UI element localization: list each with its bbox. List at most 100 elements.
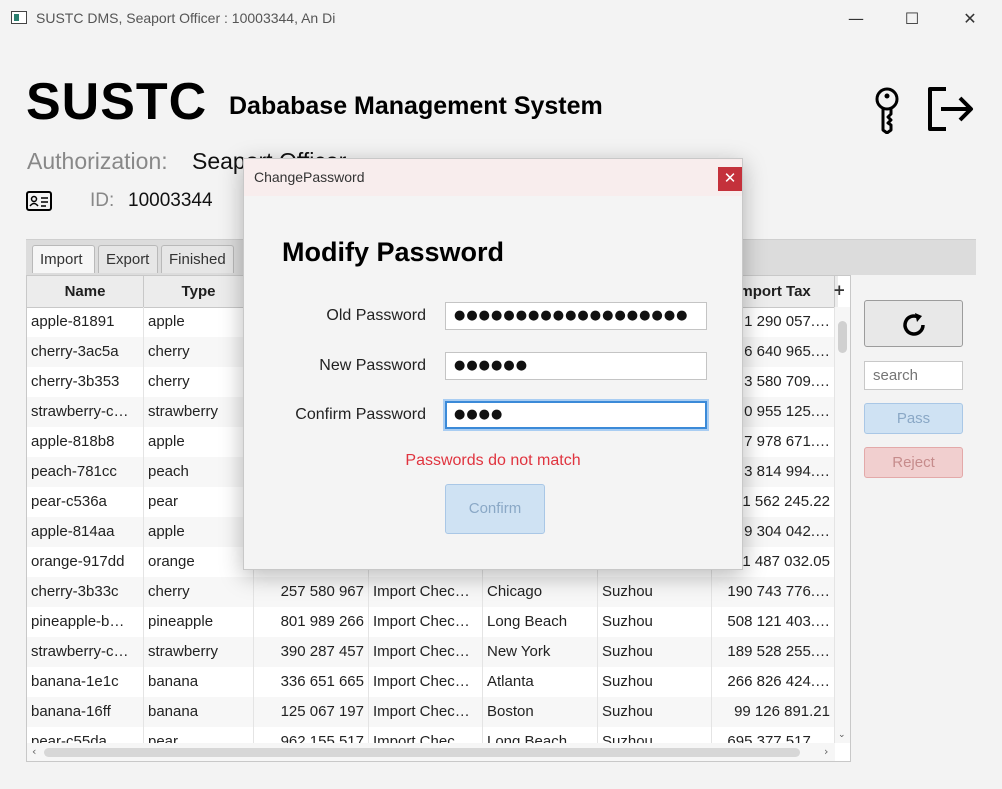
window-titlebar: SUSTC DMS, Seaport Officer : 10003344, A… <box>0 0 1002 38</box>
dialog-title: ChangePassword <box>254 169 365 185</box>
table-cell: Suzhou <box>598 697 712 727</box>
column-menu-button[interactable]: + <box>833 276 846 307</box>
table-cell: apple <box>144 517 254 547</box>
dialog-close-button[interactable]: ✕ <box>718 167 742 191</box>
logout-icon[interactable] <box>926 86 974 136</box>
table-row[interactable]: banana-16ff banana 125 067 197 Import Chec…… <box>27 697 835 727</box>
app-icon <box>11 11 27 24</box>
vertical-scroll-thumb[interactable] <box>838 321 847 353</box>
table-cell: peach <box>144 457 254 487</box>
table-cell: Import Chec… <box>369 697 483 727</box>
vertical-scrollbar[interactable]: ⌄ <box>835 307 850 743</box>
app-title: SUSTC <box>26 73 208 131</box>
dialog-titlebar: ChangePassword ✕ <box>244 159 742 196</box>
column-header-type[interactable]: Type <box>144 276 254 307</box>
table-cell: 189 528 255.… <box>712 637 835 667</box>
horizontal-scroll-thumb[interactable] <box>44 748 800 757</box>
table-cell: Import Chec… <box>369 667 483 697</box>
table-row[interactable]: pineapple-b… pineapple 801 989 266 Import C… <box>27 607 835 637</box>
table-row[interactable]: cherry-3b33c cherry 257 580 967 Import Chec… <box>27 577 835 607</box>
table-row[interactable]: strawberry-c… strawberry 390 287 457 Import… <box>27 637 835 667</box>
confirm-password-label: Confirm Password <box>295 406 426 423</box>
authorization-label: Authorization: <box>27 148 168 174</box>
key-icon[interactable] <box>870 86 904 138</box>
table-cell: banana-1e1c <box>27 667 144 697</box>
table-cell: Import Chec… <box>369 607 483 637</box>
table-cell: cherry <box>144 577 254 607</box>
scroll-right-icon[interactable]: › <box>824 745 828 758</box>
table-cell: strawberry-c… <box>27 637 144 667</box>
table-cell: 390 287 457 <box>254 637 369 667</box>
tab-export[interactable]: Export <box>98 245 158 273</box>
table-cell: cherry <box>144 367 254 397</box>
table-cell: orange-917dd <box>27 547 144 577</box>
table-cell: banana <box>144 667 254 697</box>
refresh-icon <box>903 313 925 336</box>
table-cell: Atlanta <box>483 667 598 697</box>
table-cell: strawberry <box>144 637 254 667</box>
table-cell: 257 580 967 <box>254 577 369 607</box>
table-row[interactable]: banana-1e1c banana 336 651 665 Import Chec…… <box>27 667 835 697</box>
table-cell: Import Chec… <box>369 577 483 607</box>
app-subtitle: Dababase Management System <box>229 92 603 120</box>
table-cell: pineapple-b… <box>27 607 144 637</box>
window-title: SUSTC DMS, Seaport Officer : 10003344, A… <box>36 10 336 26</box>
table-cell: Suzhou <box>598 607 712 637</box>
table-cell: 336 651 665 <box>254 667 369 697</box>
table-cell: pear-c536a <box>27 487 144 517</box>
table-cell: Suzhou <box>598 667 712 697</box>
tab-finished[interactable]: Finished <box>161 245 234 273</box>
table-cell: cherry <box>144 337 254 367</box>
table-cell: 266 826 424.… <box>712 667 835 697</box>
change-password-dialog: ChangePassword ✕ Modify Password Old Pas… <box>243 158 743 570</box>
table-cell: Chicago <box>483 577 598 607</box>
table-cell: Suzhou <box>598 637 712 667</box>
confirm-button[interactable]: Confirm <box>445 484 545 534</box>
table-cell: cherry-3ac5a <box>27 337 144 367</box>
id-label: ID: <box>90 190 115 211</box>
table-cell: 99 126 891.21 <box>712 697 835 727</box>
refresh-button[interactable] <box>864 300 963 347</box>
table-cell: apple <box>144 427 254 457</box>
table-cell: cherry-3b353 <box>27 367 144 397</box>
table-cell: Boston <box>483 697 598 727</box>
table-cell: banana <box>144 697 254 727</box>
table-cell: pineapple <box>144 607 254 637</box>
tab-import[interactable]: Import <box>32 245 95 273</box>
id-value: 10003344 <box>128 190 213 211</box>
table-cell: orange <box>144 547 254 577</box>
minimize-button[interactable]: — <box>833 4 879 34</box>
table-cell: apple <box>144 307 254 337</box>
table-cell: pear <box>144 487 254 517</box>
scroll-left-icon[interactable]: ‹ <box>32 745 36 758</box>
horizontal-scrollbar[interactable]: ‹ › <box>27 743 835 761</box>
dialog-heading: Modify Password <box>282 237 505 267</box>
table-cell: 801 989 266 <box>254 607 369 637</box>
table-cell: apple-81891 <box>27 307 144 337</box>
table-cell: 190 743 776.… <box>712 577 835 607</box>
table-cell: New York <box>483 637 598 667</box>
maximize-button[interactable]: ☐ <box>889 4 935 34</box>
old-password-label: Old Password <box>326 307 426 324</box>
table-cell: apple-818b8 <box>27 427 144 457</box>
search-input[interactable] <box>864 361 963 390</box>
pass-button[interactable]: Pass <box>864 403 963 434</box>
table-cell: Import Chec… <box>369 637 483 667</box>
old-password-field[interactable]: ●●●●●●●●●●●●●●●●●●● <box>445 302 707 330</box>
table-cell: strawberry <box>144 397 254 427</box>
scroll-down-icon[interactable]: ⌄ <box>838 730 846 740</box>
table-cell: Suzhou <box>598 577 712 607</box>
table-cell: strawberry-c… <box>27 397 144 427</box>
column-header-name[interactable]: Name <box>27 276 144 307</box>
table-cell: cherry-3b33c <box>27 577 144 607</box>
reject-button[interactable]: Reject <box>864 447 963 478</box>
id-card-icon <box>26 191 52 215</box>
confirm-password-field[interactable]: ●●●● <box>445 401 707 429</box>
table-cell: banana-16ff <box>27 697 144 727</box>
new-password-label: New Password <box>319 357 426 374</box>
close-window-button[interactable]: ✕ <box>947 4 993 34</box>
table-cell: apple-814aa <box>27 517 144 547</box>
new-password-field[interactable]: ●●●●●● <box>445 352 707 380</box>
table-cell: 508 121 403.… <box>712 607 835 637</box>
table-cell: 125 067 197 <box>254 697 369 727</box>
